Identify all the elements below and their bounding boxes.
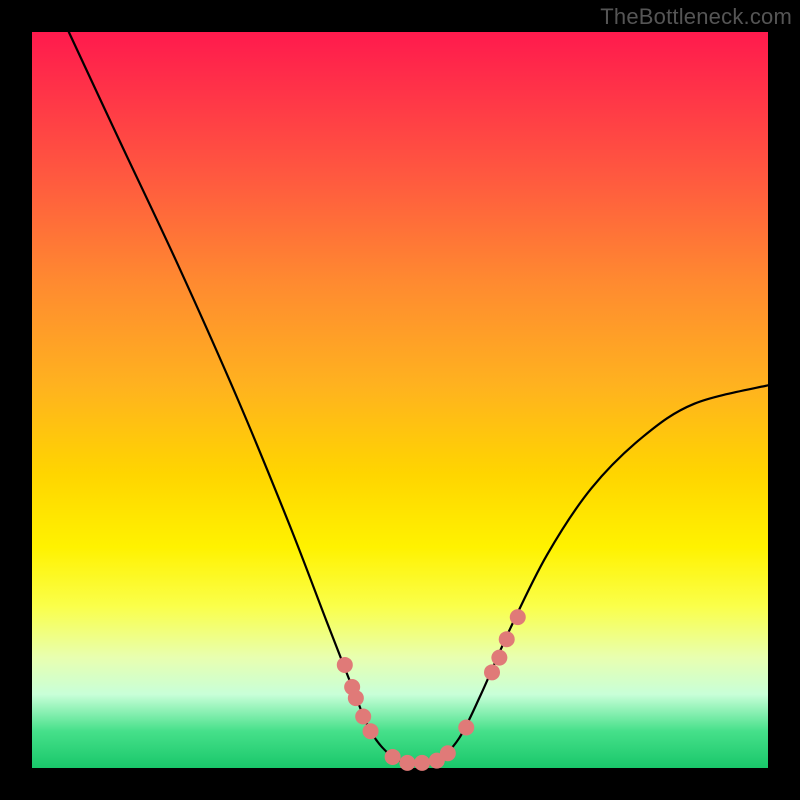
- plot-area: [32, 32, 768, 768]
- curve-markers: [337, 609, 526, 771]
- curve-marker-dot: [414, 755, 430, 771]
- curve-marker-dot: [348, 690, 364, 706]
- curve-marker-dot: [363, 723, 379, 739]
- curve-marker-dot: [491, 650, 507, 666]
- curve-marker-dot: [399, 755, 415, 771]
- curve-marker-dot: [337, 657, 353, 673]
- bottleneck-curve: [69, 32, 768, 765]
- chart-svg: [32, 32, 768, 768]
- curve-marker-dot: [499, 631, 515, 647]
- watermark-text: TheBottleneck.com: [600, 4, 792, 30]
- curve-marker-dot: [355, 708, 371, 724]
- curve-marker-dot: [484, 664, 500, 680]
- chart-frame: TheBottleneck.com: [0, 0, 800, 800]
- curve-marker-dot: [510, 609, 526, 625]
- curve-marker-dot: [458, 720, 474, 736]
- curve-marker-dot: [385, 749, 401, 765]
- curve-marker-dot: [440, 745, 456, 761]
